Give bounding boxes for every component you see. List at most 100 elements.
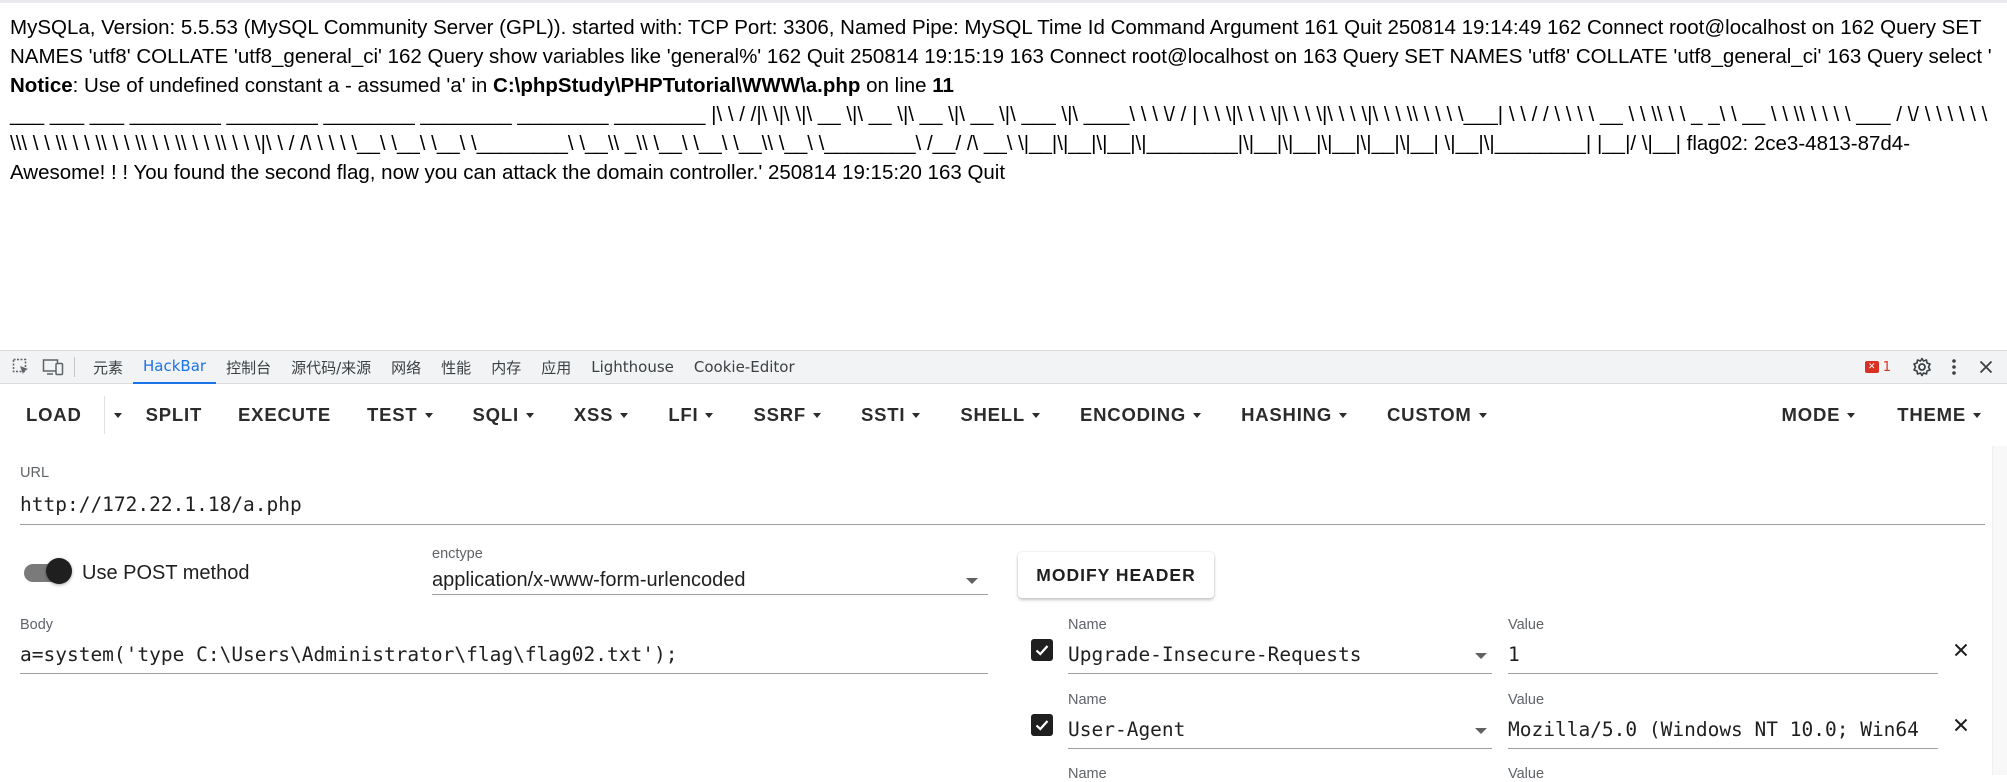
- dropdown-caret-icon: [1973, 412, 1981, 418]
- xss-menu[interactable]: XSS: [550, 384, 644, 446]
- tab-hackbar[interactable]: HackBar: [133, 351, 217, 384]
- split-button[interactable]: SPLIT: [130, 384, 218, 446]
- devtools-actions: ✕ 1: [1864, 351, 2007, 383]
- enctype-select[interactable]: application/x-www-form-urlencoded: [432, 569, 952, 592]
- gear-icon[interactable]: [1909, 354, 1935, 380]
- url-label: URL: [20, 465, 50, 481]
- dropdown-caret-icon: [813, 412, 822, 418]
- lfi-menu[interactable]: LFI: [644, 384, 729, 446]
- page-output: MySQLa, Version: 5.5.53 (MySQL Community…: [0, 0, 2007, 350]
- more-vert-icon[interactable]: [1941, 354, 1967, 380]
- header-name-underline: [1068, 673, 1492, 674]
- ssrf-label: SSRF: [753, 404, 807, 425]
- inspect-icon[interactable]: [10, 356, 32, 378]
- notice-line-number: 11: [932, 74, 954, 97]
- header-value-input[interactable]: Mozilla/5.0 (Windows NT 10.0; Win64: [1508, 718, 1938, 741]
- test-label: TEST: [367, 404, 418, 425]
- close-icon[interactable]: [1973, 354, 1999, 380]
- header-name-select[interactable]: Upgrade-Insecure-Requests: [1068, 643, 1468, 666]
- header-value-label: Value: [1508, 692, 1545, 708]
- hackbar-toolbar: LOAD SPLIT EXECUTE TEST SQLI XSS LFI SSR…: [0, 384, 2007, 446]
- remove-icon[interactable]: [1951, 640, 1971, 660]
- notice-path: C:\phpStudy\PHPTutorial\WWW\a.php: [493, 74, 861, 97]
- post-method-toggle[interactable]: [22, 555, 72, 591]
- tab-console[interactable]: 控制台: [216, 351, 281, 384]
- tab-cookie-editor[interactable]: Cookie-Editor: [684, 351, 805, 384]
- mysql-log-text: MySQLa, Version: 5.5.53 (MySQL Community…: [10, 16, 1992, 68]
- load-button[interactable]: LOAD: [0, 384, 104, 446]
- dropdown-caret-icon: [1478, 412, 1487, 418]
- tab-elements[interactable]: 元素: [83, 351, 133, 384]
- header-value-underline: [1508, 673, 1938, 674]
- theme-label: THEME: [1897, 404, 1966, 425]
- hashing-label: HASHING: [1241, 404, 1333, 425]
- header-name-underline: [1068, 748, 1492, 749]
- theme-menu[interactable]: THEME: [1881, 384, 2007, 446]
- enctype-label: enctype: [432, 546, 483, 562]
- custom-menu[interactable]: CUSTOM: [1363, 384, 1503, 446]
- url-underline: [20, 524, 1985, 525]
- body-underline: [20, 673, 988, 674]
- header-value-underline: [1508, 748, 1938, 749]
- device-toggle-icon[interactable]: [42, 356, 64, 378]
- shell-menu[interactable]: SHELL: [936, 384, 1056, 446]
- header-value-input[interactable]: 1: [1508, 643, 1938, 666]
- tab-lighthouse[interactable]: Lighthouse: [581, 351, 684, 384]
- header-value-label: Value: [1508, 766, 1545, 782]
- error-count: 1: [1882, 359, 1891, 375]
- toggle-knob: [46, 558, 72, 584]
- tab-application[interactable]: 应用: [531, 351, 581, 384]
- devtools-panel: 元素 HackBar 控制台 源代码/来源 网络 性能 内存 应用 Lighth…: [0, 350, 2007, 775]
- dropdown-caret-icon: [912, 412, 921, 418]
- remove-icon[interactable]: [1951, 715, 1971, 735]
- post-method-label: Use POST method: [82, 562, 250, 584]
- dropdown-caret-icon: [1031, 412, 1040, 418]
- test-menu[interactable]: TEST: [351, 384, 448, 446]
- notice-label: Notice: [10, 74, 73, 97]
- load-dropdown-button[interactable]: [105, 384, 130, 446]
- url-input[interactable]: http://172.22.1.18/a.php: [20, 493, 1980, 516]
- tab-memory[interactable]: 内存: [481, 351, 531, 384]
- header-name-label: Name: [1068, 692, 1107, 708]
- error-icon: ✕: [1864, 361, 1879, 373]
- ssrf-menu[interactable]: SSRF: [729, 384, 837, 446]
- enctype-underline: [432, 594, 988, 595]
- sqli-menu[interactable]: SQLI: [449, 384, 550, 446]
- tab-network[interactable]: 网络: [381, 351, 431, 384]
- header-enabled-checkbox[interactable]: [1031, 639, 1053, 661]
- header-name-select[interactable]: User-Agent: [1068, 718, 1468, 741]
- ssti-label: SSTI: [861, 404, 906, 425]
- header-name-label: Name: [1068, 617, 1107, 633]
- execute-button[interactable]: EXECUTE: [218, 384, 351, 446]
- header-value-label: Value: [1508, 617, 1545, 633]
- tab-divider: [74, 357, 75, 377]
- dropdown-caret-icon: [705, 412, 714, 418]
- dropdown-caret-icon: [620, 412, 629, 418]
- error-counter[interactable]: ✕ 1: [1864, 359, 1891, 375]
- encoding-menu[interactable]: ENCODING: [1056, 384, 1217, 446]
- header-name-dropdown-icon[interactable]: [1475, 653, 1487, 659]
- tab-sources[interactable]: 源代码/来源: [281, 351, 381, 384]
- dropdown-caret-icon: [113, 412, 122, 418]
- notice-text: : Use of undefined constant a - assumed …: [72, 74, 494, 97]
- dropdown-caret-icon: [525, 412, 534, 418]
- modify-header-button[interactable]: MODIFY HEADER: [1018, 552, 1214, 598]
- shell-label: SHELL: [960, 404, 1025, 425]
- flag-message: Awesome! ! ! You found the second flag, …: [10, 161, 1006, 184]
- hashing-menu[interactable]: HASHING: [1217, 384, 1363, 446]
- devtools-tab-strip: 元素 HackBar 控制台 源代码/来源 网络 性能 内存 应用 Lighth…: [0, 350, 2007, 384]
- tab-performance[interactable]: 性能: [431, 351, 481, 384]
- body-input[interactable]: a=system('type C:\Users\Administrator\fl…: [20, 643, 980, 666]
- dropdown-caret-icon: [1193, 412, 1202, 418]
- dropdown-caret-icon: [424, 412, 433, 418]
- sqli-label: SQLI: [472, 404, 519, 425]
- enctype-dropdown-icon[interactable]: [966, 578, 978, 584]
- panel-scrollbar[interactable]: [1992, 446, 2007, 775]
- mode-menu[interactable]: MODE: [1766, 384, 1882, 446]
- mode-label: MODE: [1781, 404, 1841, 425]
- body-label: Body: [20, 617, 54, 633]
- lfi-label: LFI: [668, 404, 699, 425]
- ssti-menu[interactable]: SSTI: [837, 384, 936, 446]
- header-enabled-checkbox[interactable]: [1031, 714, 1053, 736]
- header-name-dropdown-icon[interactable]: [1475, 728, 1487, 734]
